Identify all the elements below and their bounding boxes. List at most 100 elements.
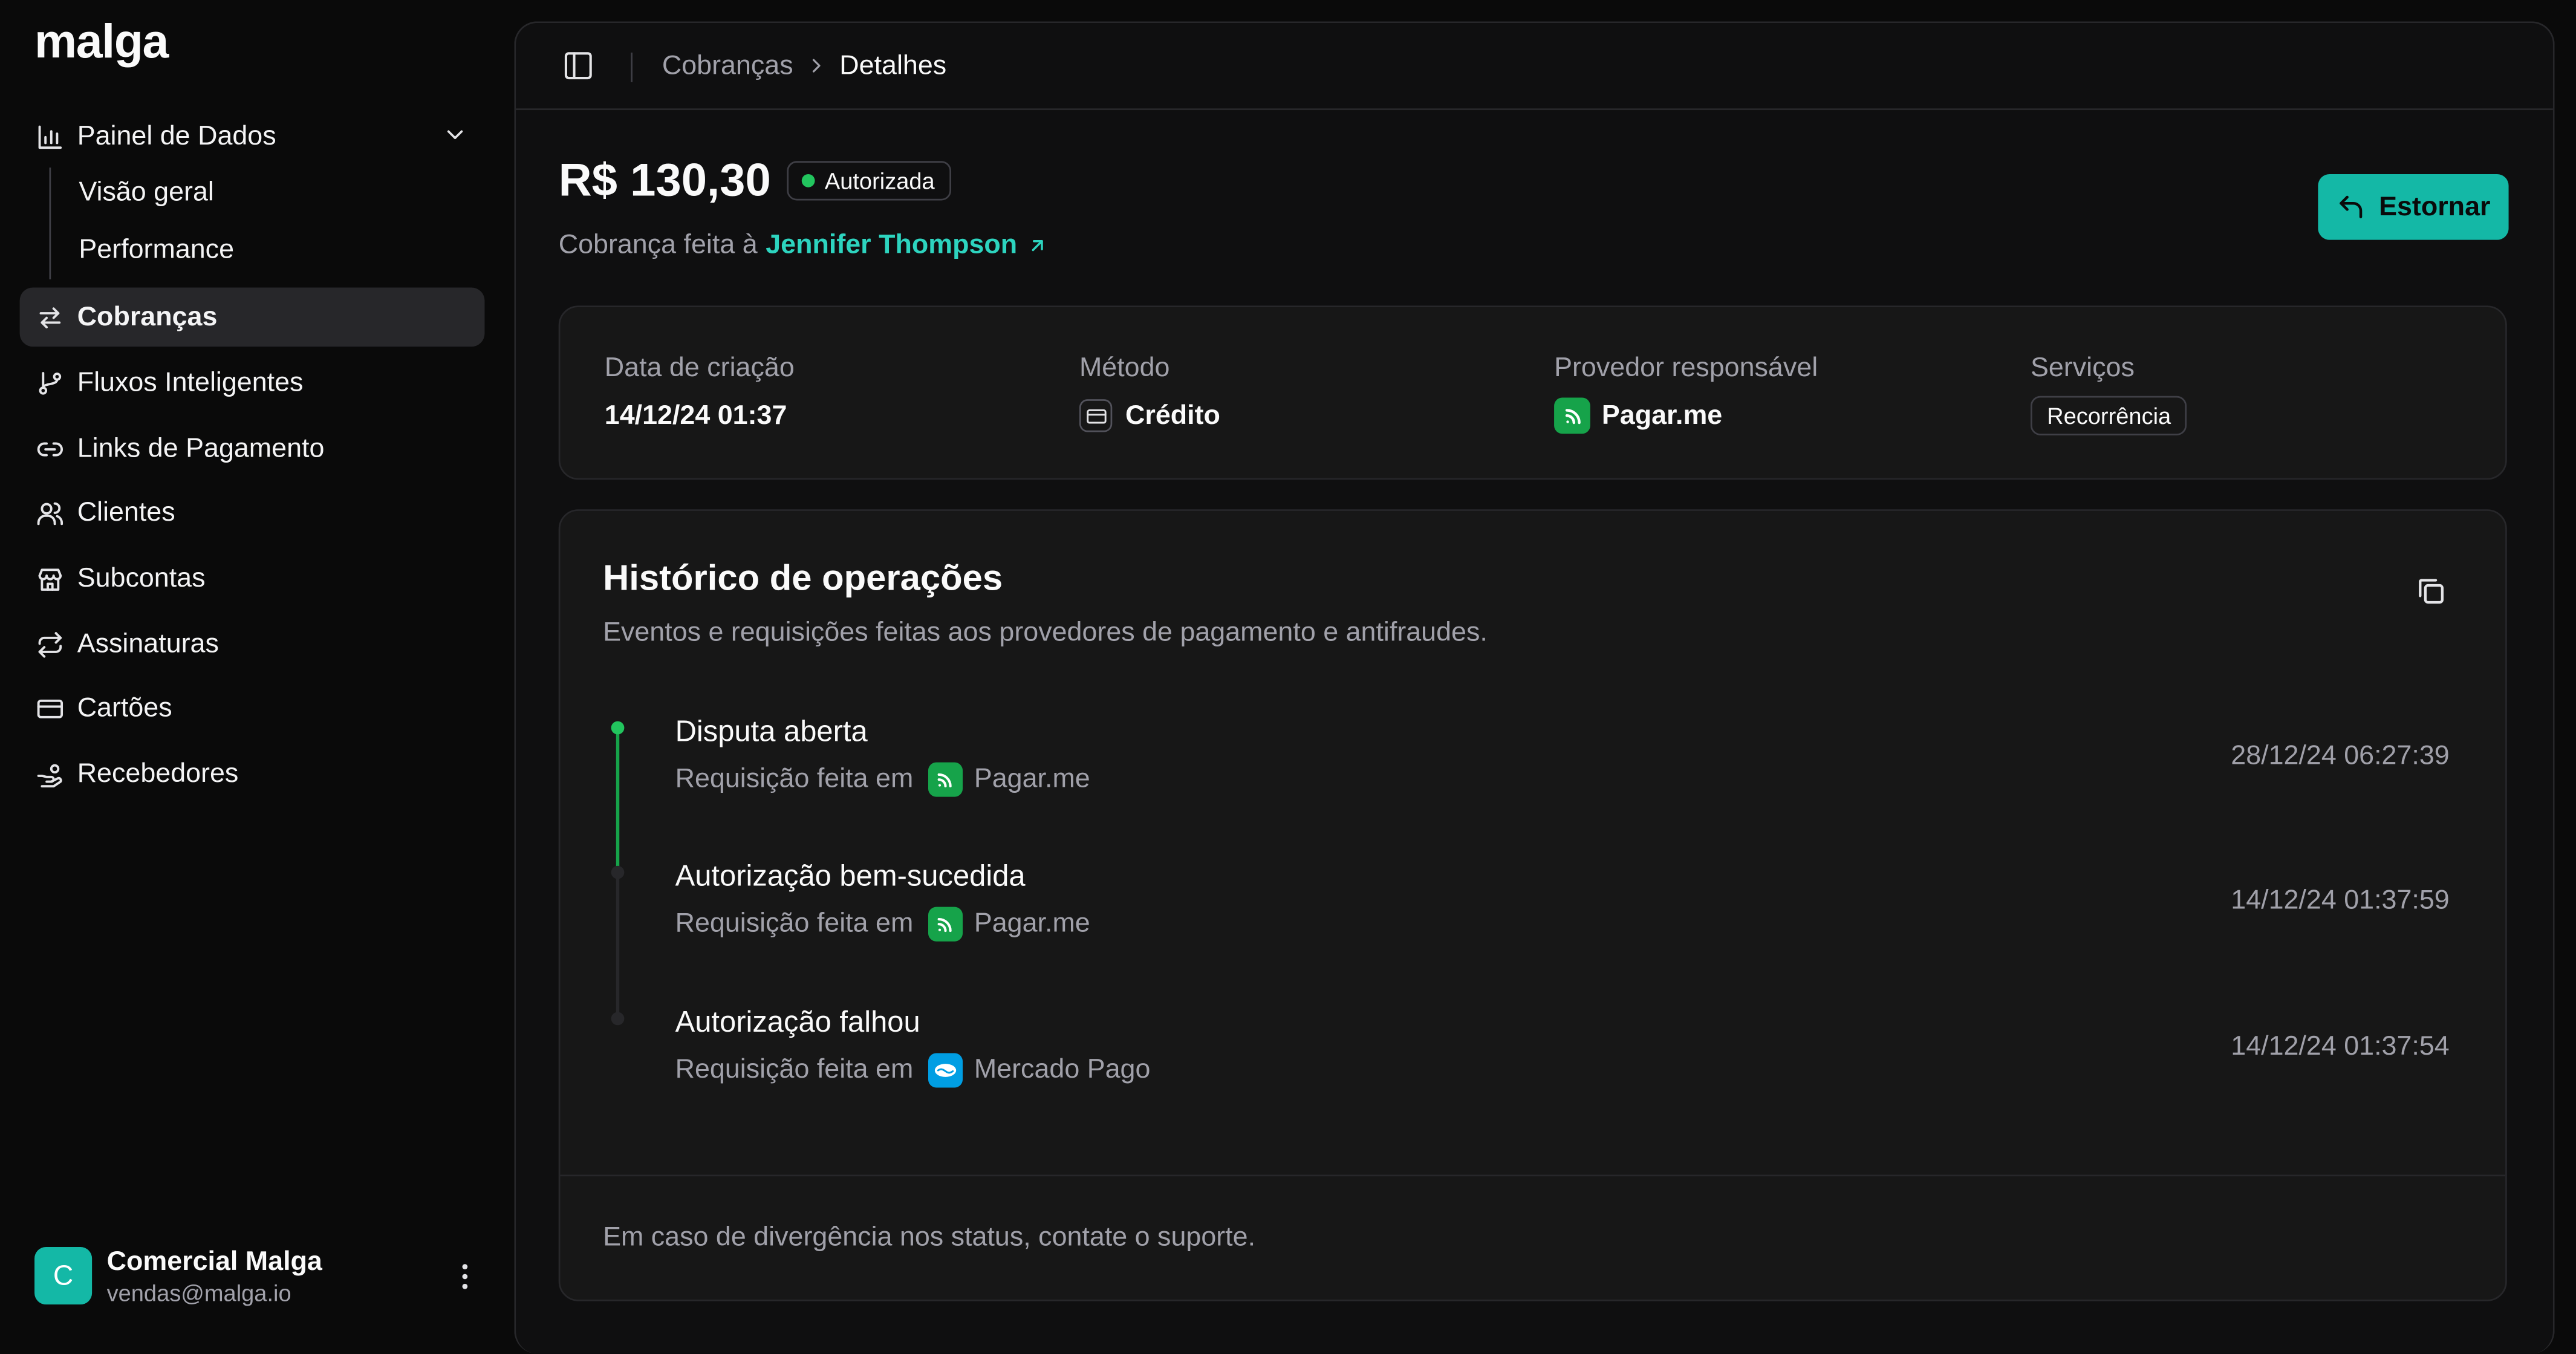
breadcrumb-detalhes: Detalhes <box>839 51 947 81</box>
avatar: C <box>34 1247 93 1305</box>
sidebar-item-recebedores[interactable]: Recebedores <box>20 744 485 804</box>
event-timestamp: 14/12/24 01:37:54 <box>2231 1032 2450 1062</box>
event-request: Requisição feita em Pagar.me <box>675 906 1090 942</box>
sidebar-item-painel-de-dados[interactable]: Painel de Dados <box>20 107 485 166</box>
charge-amount: R$ 130,30 <box>558 154 771 206</box>
operations-history-card: Histórico de operações Eventos e requisi… <box>558 509 2507 1301</box>
provider-value: Pagar.me <box>1601 400 1723 430</box>
sidebar-item-subcontas[interactable]: Subcontas <box>20 548 485 608</box>
sidebar-item-assinaturas[interactable]: Assinaturas <box>20 614 485 674</box>
event-provider: Pagar.me <box>974 908 1090 939</box>
chevron-down-icon[interactable] <box>442 122 468 156</box>
detail-label: Provedor responsável <box>1554 353 1818 383</box>
timeline-event[interactable]: Disputa aberta Requisição feita em Pagar… <box>675 715 2450 813</box>
timeline-dot <box>611 721 625 735</box>
event-timestamp: 14/12/24 01:37:59 <box>2231 885 2450 916</box>
timeline-dot <box>611 1012 625 1026</box>
method-value: Crédito <box>1125 400 1220 430</box>
link-icon <box>34 434 64 463</box>
status-dot-icon <box>801 174 815 187</box>
event-request-label: Requisição feita em <box>675 1055 914 1085</box>
status-label: Autorizada <box>824 168 935 194</box>
timeline-event[interactable]: Autorização falhou Requisição feita em M… <box>675 1006 2450 1104</box>
user-name: Comercial Malga <box>106 1247 322 1277</box>
history-subtitle: Eventos e requisições feitas aos provedo… <box>603 617 1488 648</box>
event-title: Autorização bem-sucedida <box>675 859 1026 893</box>
event-request: Requisição feita em Mercado Pago <box>675 1053 1151 1088</box>
detail-provider: Provedor responsável Pagar.me <box>1554 353 1818 434</box>
bar-chart-icon <box>34 122 64 151</box>
credit-card-icon <box>1079 399 1113 432</box>
git-branch-icon <box>34 368 64 398</box>
sidebar-item-cobrancas[interactable]: Cobranças <box>19 287 485 347</box>
event-provider: Pagar.me <box>974 764 1090 794</box>
detail-value: Pagar.me <box>1554 397 1818 434</box>
charge-details-card: Data de criação 14/12/24 01:37 Método Cr… <box>558 305 2507 480</box>
sidebar-item-cartoes[interactable]: Cartões <box>20 679 485 738</box>
sidebar-item-label: Links de Pagamento <box>77 432 325 463</box>
sidebar: malga Painel de Dados Visão geral Perfor… <box>0 0 503 1336</box>
pagarme-logo-icon <box>1554 397 1590 434</box>
history-title: Histórico de operações <box>603 556 1003 598</box>
charge-customer-line: Cobrança feita à Jennifer Thompson <box>559 230 1049 261</box>
customer-name: Jennifer Thompson <box>766 230 1018 260</box>
breadcrumb-cobrancas[interactable]: Cobranças <box>662 51 793 82</box>
mercado-pago-logo-icon <box>928 1053 963 1088</box>
copy-icon[interactable] <box>2412 571 2448 608</box>
undo-arrow-icon <box>2340 195 2363 218</box>
sidebar-subitem-performance[interactable]: Performance <box>79 235 234 267</box>
pagarme-logo-icon <box>928 906 963 942</box>
credit-card-icon <box>34 693 64 723</box>
event-title: Disputa aberta <box>675 714 868 748</box>
sidebar-item-label: Cartões <box>77 692 172 723</box>
event-provider: Mercado Pago <box>974 1055 1151 1085</box>
user-account[interactable]: C Comercial Malga vendas@malga.io <box>34 1245 481 1307</box>
timeline-line <box>616 872 620 1017</box>
service-badge: Recorrência <box>2030 395 2188 435</box>
detail-value: Recorrência <box>2030 395 2188 435</box>
sidebar-subitem-visao-geral[interactable]: Visão geral <box>79 177 213 209</box>
detail-label: Método <box>1079 353 1170 383</box>
detail-method: Método Crédito <box>1079 353 1220 434</box>
sidebar-item-fluxos-inteligentes[interactable]: Fluxos Inteligentes <box>20 353 485 412</box>
detail-created: Data de criação 14/12/24 01:37 <box>605 353 795 434</box>
timeline-dot <box>611 865 625 879</box>
refund-label: Estornar <box>2379 191 2491 221</box>
event-request-label: Requisição feita em <box>675 908 914 939</box>
user-email: vendas@malga.io <box>106 1280 291 1306</box>
charge-made-to-label: Cobrança feita à <box>558 230 758 260</box>
detail-services: Serviços Recorrência <box>2030 353 2188 435</box>
event-timestamp: 28/12/24 06:27:39 <box>2231 741 2450 771</box>
sidebar-item-label: Cobranças <box>77 301 218 331</box>
event-request: Requisição feita em Pagar.me <box>675 762 1090 797</box>
arrow-up-right-icon <box>1032 240 1044 252</box>
chevron-right-icon <box>805 54 828 86</box>
sidebar-item-label: Assinaturas <box>77 628 219 659</box>
arrows-exchange-icon <box>34 302 64 332</box>
detail-value: Crédito <box>1079 397 1220 434</box>
more-vertical-icon[interactable] <box>449 1260 481 1293</box>
pagarme-logo-icon <box>928 762 963 797</box>
timeline-line <box>616 727 620 873</box>
users-icon <box>34 498 64 527</box>
sidebar-item-label: Fluxos Inteligentes <box>77 367 304 397</box>
card-divider <box>560 1174 2506 1177</box>
customer-link[interactable]: Jennifer Thompson <box>766 230 1049 261</box>
main-panel: Cobranças Detalhes R$ 130,30 Autorizada … <box>514 21 2555 1354</box>
store-icon <box>34 564 64 593</box>
sidebar-item-links-de-pagamento[interactable]: Links de Pagamento <box>20 419 485 478</box>
timeline-event[interactable]: Autorização bem-sucedida Requisição feit… <box>675 859 2450 958</box>
detail-label: Data de criação <box>604 353 795 383</box>
event-title: Autorização falhou <box>675 1005 920 1039</box>
hand-coins-icon <box>34 759 64 789</box>
sidebar-item-label: Clientes <box>77 496 175 527</box>
refund-button[interactable]: Estornar <box>2318 174 2509 240</box>
topbar: Cobranças Detalhes <box>516 23 2553 111</box>
sidebar-item-clientes[interactable]: Clientes <box>20 483 485 542</box>
status-badge: Autorizada <box>787 161 951 201</box>
support-note: Em caso de divergência nos status, conta… <box>603 1222 1256 1252</box>
malga-logo[interactable]: malga <box>34 16 169 71</box>
sidebar-toggle-icon[interactable] <box>562 50 594 82</box>
repeat-icon <box>34 630 64 659</box>
sidebar-item-label: Recebedores <box>77 758 239 788</box>
